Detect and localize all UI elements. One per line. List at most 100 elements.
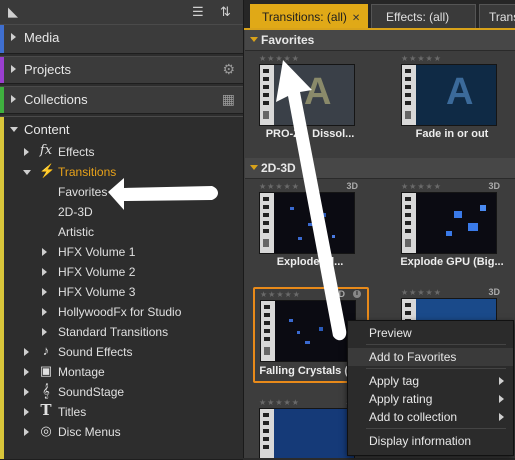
tab-bar: Transitions: (all)✕ Effects: (all) Trans: [244, 0, 515, 30]
collapse-arrow-icon[interactable]: [23, 170, 31, 175]
tree-item-hfx-volume-1[interactable]: HFX Volume 1: [0, 242, 243, 262]
menu-item-apply-rating[interactable]: Apply rating: [348, 390, 513, 408]
rating-stars[interactable]: ★★★★★: [401, 54, 442, 63]
tree-item-disc-menus[interactable]: ◎ Disc Menus: [0, 422, 243, 442]
library-navigator: ◣ ☰ ⇅ Media Projects ⚙ Collections ▦ Con…: [0, 0, 243, 460]
group-header-2d-3d[interactable]: 2D-3D: [245, 158, 515, 179]
montage-icon: ▣: [39, 363, 53, 378]
tree-item-titles[interactable]: T Titles: [0, 401, 243, 422]
3d-badge: 3D: [346, 181, 358, 191]
filmstrip-icon: [261, 301, 275, 361]
fx-icon: fx: [39, 143, 53, 158]
tab-transitions-all[interactable]: Transitions: (all) ✕: [250, 4, 368, 28]
music-note-icon: ♪: [42, 343, 50, 358]
tree-item-montage[interactable]: ▣ Montage: [0, 362, 243, 382]
menu-separator: [366, 368, 506, 369]
close-tab-icon[interactable]: ✕: [352, 13, 360, 24]
expand-arrow-icon[interactable]: [24, 348, 29, 356]
expand-arrow-icon[interactable]: [42, 288, 47, 296]
menu-item-add-to-collection[interactable]: Add to collection: [348, 408, 513, 426]
expand-arrow-icon[interactable]: [42, 308, 47, 316]
context-menu: Preview Add to Favorites Apply tag Apply…: [347, 320, 514, 456]
expand-arrow-icon: [11, 95, 16, 103]
content-browser: Transitions: (all)✕ Effects: (all) Trans…: [243, 0, 515, 458]
letter-a-graphic: A: [446, 71, 474, 113]
tree-item-hfx-volume-3[interactable]: HFX Volume 3: [0, 282, 243, 302]
expand-arrow-icon[interactable]: [42, 268, 47, 276]
rating-stars[interactable]: ★★★★★: [401, 288, 442, 297]
tree-item-transitions[interactable]: ⚡ Transitions: [0, 162, 243, 182]
collapse-arrow-icon: [250, 37, 258, 42]
tree-item-favorites[interactable]: Favorites: [0, 182, 243, 202]
rating-stars[interactable]: ★★★★★: [259, 182, 300, 191]
menu-separator: [366, 428, 506, 429]
tree-item-artistic[interactable]: Artistic: [0, 222, 243, 242]
lightning-icon: ⚡: [39, 163, 56, 178]
list-view-icon[interactable]: ☰: [192, 4, 204, 20]
tree-item-standard-transitions[interactable]: Standard Transitions: [0, 322, 243, 342]
rating-stars[interactable]: ★★★★★: [259, 54, 300, 63]
tree-item-soundstage[interactable]: 𝄞 SoundStage: [0, 382, 243, 402]
tree-item-hfx-volume-2[interactable]: HFX Volume 2: [0, 262, 243, 282]
submenu-arrow-icon: [499, 413, 504, 421]
section-label: Media: [24, 30, 60, 45]
tree-item-sound-effects[interactable]: ♪ Sound Effects: [0, 342, 243, 362]
collapse-arrow-icon: [250, 165, 258, 170]
menu-item-display-information[interactable]: Display information: [348, 432, 513, 450]
transition-tile[interactable]: ★★★★★ 3D Explode GPU (Big...: [396, 181, 506, 270]
tab-effects-all[interactable]: Effects: (all): [371, 4, 476, 28]
expand-arrow-icon[interactable]: [42, 248, 47, 256]
filmstrip-icon: [260, 409, 274, 458]
filmstrip-icon: [402, 193, 416, 253]
filmstrip-icon: [260, 65, 274, 125]
expand-arrow-icon: [11, 65, 16, 73]
tree-item-hollywoodfx[interactable]: HollywoodFx for Studio: [0, 302, 243, 322]
rating-stars[interactable]: ★★★★★: [401, 182, 442, 191]
expand-arrow-icon[interactable]: [24, 368, 29, 376]
sort-icon[interactable]: ⇅: [220, 4, 231, 20]
section-media[interactable]: Media: [0, 24, 243, 54]
transition-thumbnail: A: [401, 64, 497, 126]
transition-thumbnail: [259, 192, 355, 254]
menu-item-add-to-favorites[interactable]: Add to Favorites: [348, 348, 513, 366]
3d-badge: 3D: [488, 287, 500, 297]
3d-badge: 3D: [333, 289, 345, 299]
section-label[interactable]: Content: [24, 122, 70, 137]
menu-item-preview[interactable]: Preview: [348, 324, 513, 342]
media-color-bar: [0, 25, 4, 53]
section-projects[interactable]: Projects ⚙: [0, 56, 243, 84]
filmstrip-icon: [260, 193, 274, 253]
info-icon[interactable]: i: [353, 290, 361, 298]
transition-thumbnail: [260, 300, 356, 362]
expand-arrow-icon[interactable]: [24, 408, 29, 416]
submenu-arrow-icon: [499, 395, 504, 403]
titles-t-icon: T: [40, 401, 52, 419]
rating-stars[interactable]: ★★★★★: [259, 398, 300, 407]
rating-stars[interactable]: ★★★★★: [260, 290, 301, 299]
transition-tile[interactable]: ★★★★★ A Fade in or out: [396, 54, 506, 142]
transition-tile[interactable]: ★★★★★ 3D Explode Gl...: [254, 181, 364, 270]
3d-badge: 3D: [488, 181, 500, 191]
collections-stack-icon: ▦: [221, 91, 235, 107]
expand-arrow-icon[interactable]: [24, 388, 29, 396]
tab-transitions-other[interactable]: Trans: [479, 4, 515, 28]
transition-tile[interactable]: ★★★★★ A PRO-Z... Dissol...: [254, 54, 364, 142]
filmstrip-icon: [402, 65, 416, 125]
transition-thumbnail: [401, 192, 497, 254]
menu-item-apply-tag[interactable]: Apply tag: [348, 372, 513, 390]
section-label: Projects: [24, 62, 71, 77]
folder-menu-icon[interactable]: ◣: [8, 4, 18, 20]
section-label: Collections: [24, 92, 88, 107]
collapse-arrow-icon[interactable]: [10, 127, 18, 132]
expand-arrow-icon[interactable]: [42, 328, 47, 336]
collections-color-bar: [0, 87, 4, 113]
section-collections[interactable]: Collections ▦: [0, 86, 243, 114]
tree-item-effects[interactable]: fx Effects: [0, 142, 243, 162]
letter-a-graphic: A: [304, 71, 332, 113]
tree-item-2d-3d[interactable]: 2D-3D: [0, 202, 243, 222]
expand-arrow-icon[interactable]: [24, 428, 29, 436]
group-header-favorites[interactable]: Favorites: [245, 30, 515, 51]
expand-arrow-icon: [11, 33, 16, 41]
menu-separator: [366, 344, 506, 345]
expand-arrow-icon[interactable]: [24, 148, 29, 156]
